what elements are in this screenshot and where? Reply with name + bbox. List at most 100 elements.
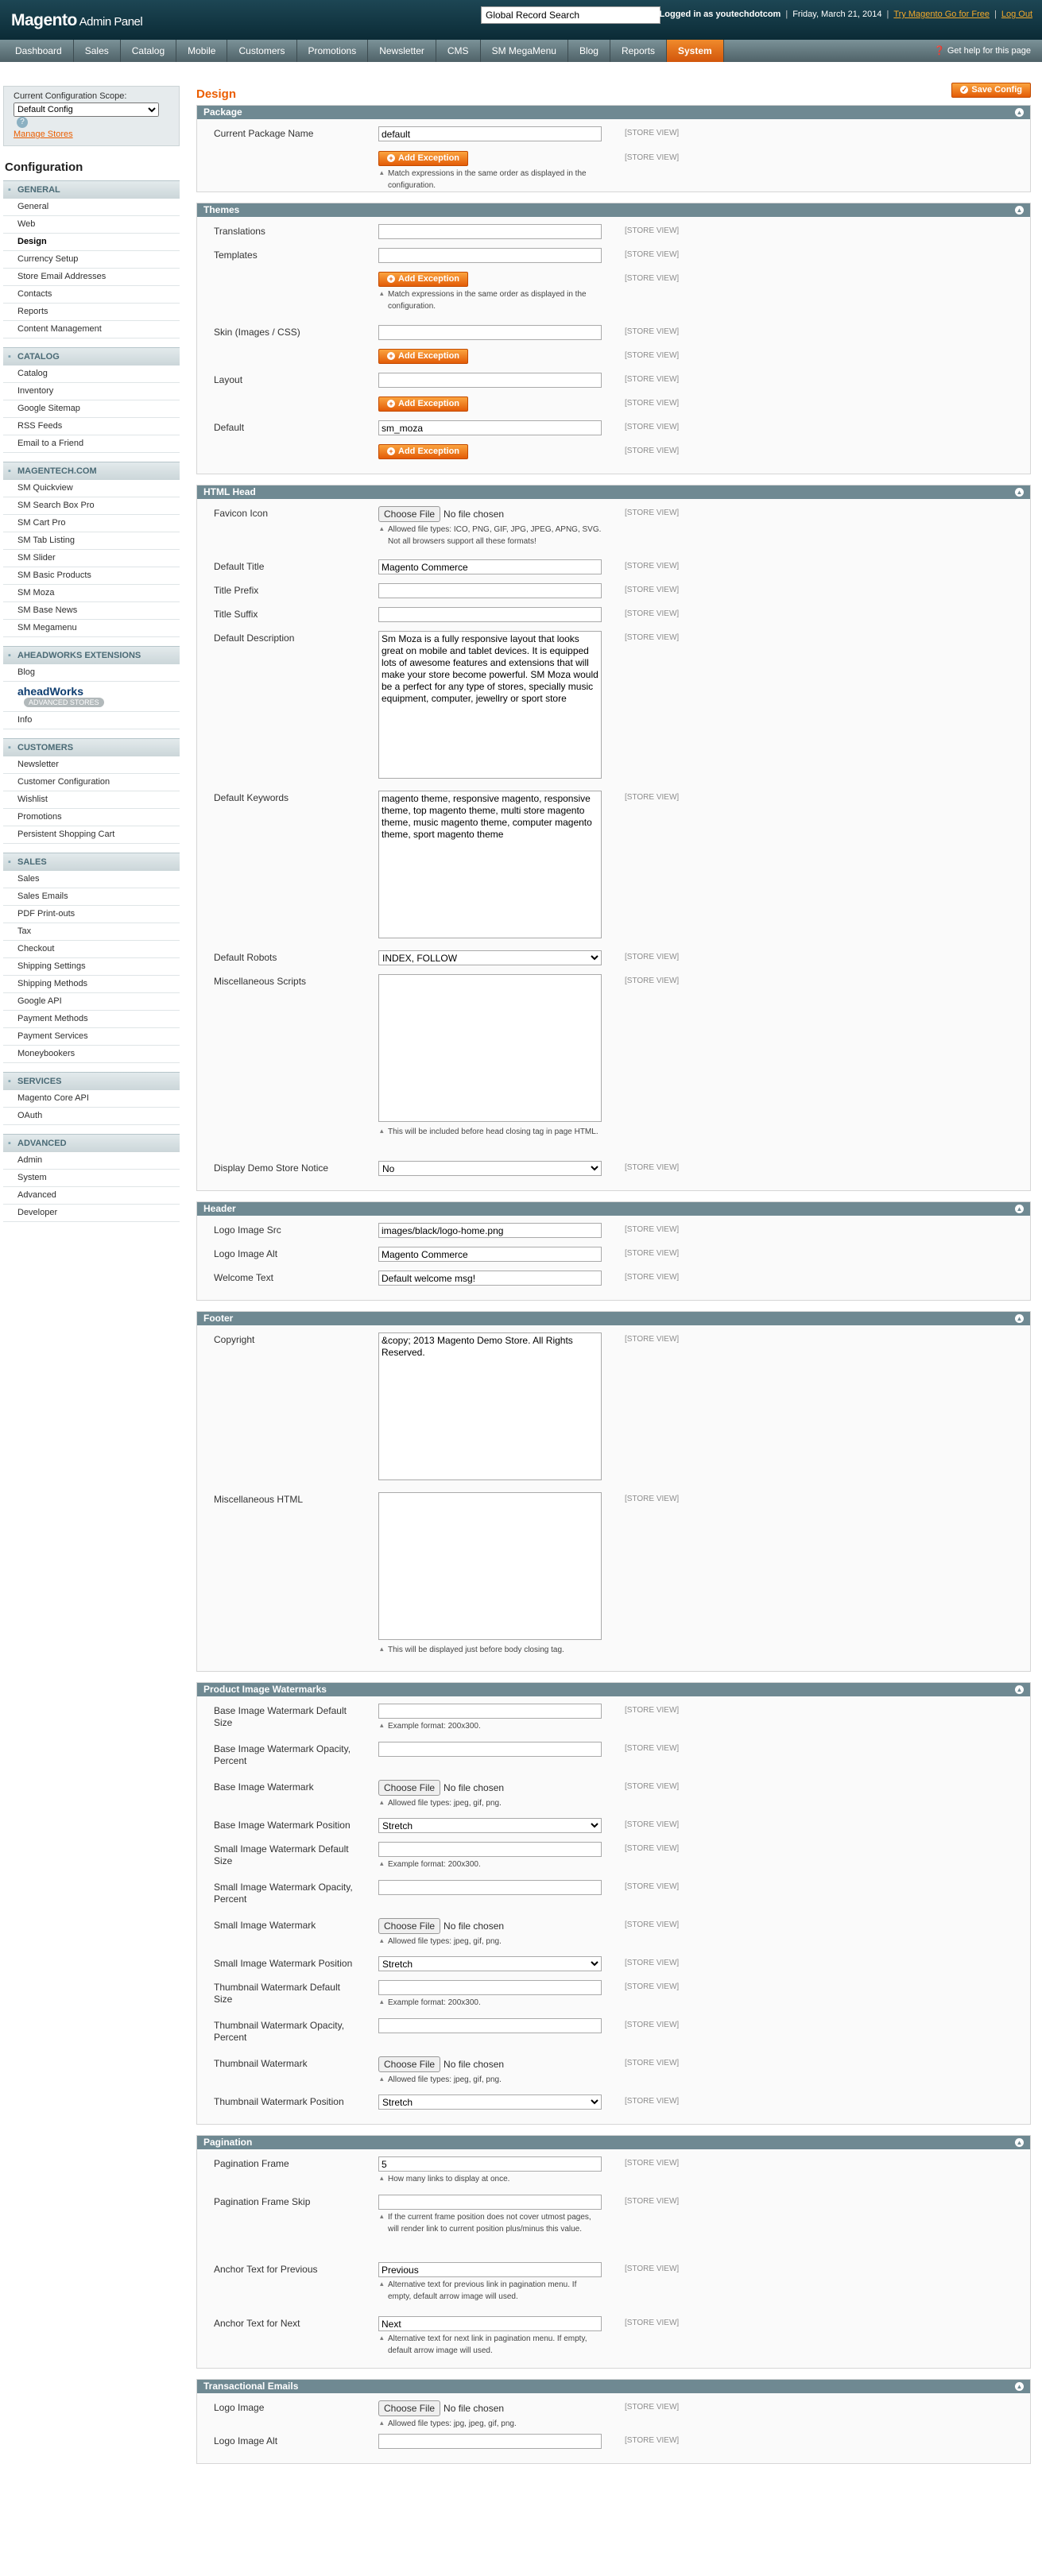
current-package-input[interactable] [378, 126, 602, 141]
collapse-icon[interactable]: ▲ [1015, 108, 1024, 117]
sidebar-section-title[interactable]: ADVANCED [3, 1134, 180, 1153]
choose-file-button[interactable]: Choose File [378, 1918, 441, 1934]
default-title-input[interactable] [378, 559, 602, 574]
nav-item-cms[interactable]: CMS [436, 40, 481, 62]
sidebar-item-newsletter[interactable]: Newsletter [3, 756, 180, 775]
section-header[interactable]: Footer ▲ [197, 1312, 1030, 1325]
sidebar-section-title[interactable]: SERVICES [3, 1072, 180, 1091]
welcome-text-input[interactable] [378, 1271, 602, 1286]
nav-item-sales[interactable]: Sales [74, 40, 121, 62]
collapse-icon[interactable]: ▲ [1015, 488, 1024, 497]
sidebar-item-developer[interactable]: Developer [3, 1205, 180, 1223]
sidebar-item-system[interactable]: System [3, 1170, 180, 1188]
base-watermark-size-input[interactable] [378, 1704, 602, 1719]
misc-html-textarea[interactable] [378, 1492, 602, 1640]
sidebar-item-admin[interactable]: Admin [3, 1152, 180, 1170]
nav-item-sm-megamenu[interactable]: SM MegaMenu [481, 40, 568, 62]
title-prefix-input[interactable] [378, 583, 602, 598]
global-search-input[interactable] [481, 6, 660, 24]
sidebar-item-email-to-a-friend[interactable]: Email to a Friend [3, 435, 180, 453]
sidebar-item-google-api[interactable]: Google API [3, 993, 180, 1011]
default-keywords-textarea[interactable]: magento theme, responsive magento, respo… [378, 791, 602, 938]
thumb-watermark-size-input[interactable] [378, 1980, 602, 1995]
sidebar-item-wishlist[interactable]: Wishlist [3, 791, 180, 810]
default-description-textarea[interactable]: Sm Moza is a fully responsive layout tha… [378, 631, 602, 779]
collapse-icon[interactable]: ▲ [1015, 1314, 1024, 1323]
sidebar-item-sm-megamenu[interactable]: SM Megamenu [3, 620, 180, 637]
section-header[interactable]: Product Image Watermarks ▲ [197, 1683, 1030, 1696]
sidebar-item-inventory[interactable]: Inventory [3, 383, 180, 400]
sidebar-item-customer-configuration[interactable]: Customer Configuration [3, 774, 180, 792]
sidebar-item-persistent-shopping-cart[interactable]: Persistent Shopping Cart [3, 826, 180, 845]
default-theme-input[interactable] [378, 420, 602, 435]
pagination-frame-skip-input[interactable] [378, 2195, 602, 2210]
sidebar-section-title[interactable]: GENERAL [3, 180, 180, 199]
sidebar-item-reports[interactable]: Reports [3, 304, 180, 321]
thumb-watermark-opacity-input[interactable] [378, 2018, 602, 2033]
sidebar-item-advanced[interactable]: Advanced [3, 1187, 180, 1205]
sidebar-item-sm-basic-products[interactable]: SM Basic Products [3, 567, 180, 585]
logo-src-input[interactable] [378, 1223, 602, 1238]
sidebar-item-shipping-methods[interactable]: Shipping Methods [3, 976, 180, 994]
small-watermark-size-input[interactable] [378, 1842, 602, 1857]
collapse-icon[interactable]: ▲ [1015, 1205, 1024, 1213]
copyright-textarea[interactable]: &copy; 2013 Magento Demo Store. All Righ… [378, 1332, 602, 1480]
sidebar-section-title[interactable]: MAGENTECH.COM [3, 462, 180, 480]
anchor-next-input[interactable] [378, 2316, 602, 2331]
thumb-watermark-position-select[interactable]: Stretch [378, 2094, 602, 2110]
sidebar-section-title[interactable]: SALES [3, 853, 180, 872]
magento-logo[interactable]: Magento Admin Panel [11, 11, 143, 30]
nav-item-customers[interactable]: Customers [227, 40, 297, 62]
sidebar-item-sm-moza[interactable]: SM Moza [3, 585, 180, 602]
sidebar-item-info[interactable]: Info [3, 712, 180, 730]
section-header[interactable]: Package ▲ [197, 106, 1030, 119]
sidebar-item-sales[interactable]: Sales [3, 871, 180, 889]
sidebar-item-sm-cart-pro[interactable]: SM Cart Pro [3, 515, 180, 532]
save-config-button[interactable]: ✓ Save Config [951, 83, 1031, 98]
nav-item-mobile[interactable]: Mobile [176, 40, 228, 62]
sidebar-item-sm-slider[interactable]: SM Slider [3, 550, 180, 567]
sidebar-item-checkout[interactable]: Checkout [3, 941, 180, 959]
sidebar-item-payment-services[interactable]: Payment Services [3, 1028, 180, 1046]
choose-file-button[interactable]: Choose File [378, 1780, 441, 1796]
sidebar-section-title[interactable]: CUSTOMERS [3, 738, 180, 757]
add-exception-button[interactable]: + Add Exception [378, 151, 469, 166]
sidebar-item-google-sitemap[interactable]: Google Sitemap [3, 400, 180, 418]
choose-file-button[interactable]: Choose File [378, 2400, 441, 2416]
add-exception-button[interactable]: + Add Exception [378, 349, 469, 364]
sidebar-section-title[interactable]: CATALOG [3, 347, 180, 366]
sidebar-item-general[interactable]: General [3, 199, 180, 216]
section-header[interactable]: Pagination ▲ [197, 2136, 1030, 2149]
section-header[interactable]: Header ▲ [197, 1202, 1030, 1216]
scope-select[interactable]: Default Config [14, 102, 159, 117]
base-watermark-position-select[interactable]: Stretch [378, 1818, 602, 1833]
collapse-icon[interactable]: ▲ [1015, 206, 1024, 215]
collapse-icon[interactable]: ▲ [1015, 1685, 1024, 1694]
sidebar-item-currency-setup[interactable]: Currency Setup [3, 251, 180, 269]
sidebar-item-shipping-settings[interactable]: Shipping Settings [3, 958, 180, 977]
section-header[interactable]: Themes ▲ [197, 203, 1030, 217]
translations-input[interactable] [378, 224, 602, 239]
nav-item-reports[interactable]: Reports [610, 40, 667, 62]
section-header[interactable]: Transactional Emails ▲ [197, 2380, 1030, 2393]
help-question-icon[interactable]: ? [17, 117, 28, 128]
sidebar-item-sm-base-news[interactable]: SM Base News [3, 602, 180, 620]
pagination-frame-input[interactable] [378, 2156, 602, 2172]
skin-input[interactable] [378, 325, 602, 340]
collapse-icon[interactable]: ▲ [1015, 2382, 1024, 2391]
nav-item-dashboard[interactable]: Dashboard [4, 40, 74, 62]
add-exception-button[interactable]: + Add Exception [378, 272, 469, 287]
sidebar-item-promotions[interactable]: Promotions [3, 809, 180, 827]
help-link[interactable]: ❓ Get help for this page [934, 45, 1031, 56]
sidebar-section-title[interactable]: AHEADWORKS EXTENSIONS [3, 646, 180, 664]
templates-input[interactable] [378, 248, 602, 263]
misc-scripts-textarea[interactable] [378, 974, 602, 1122]
sidebar-item-oauth[interactable]: OAuth [3, 1108, 180, 1126]
base-watermark-opacity-input[interactable] [378, 1742, 602, 1757]
sidebar-item-pdf-print-outs[interactable]: PDF Print-outs [3, 906, 180, 924]
demo-notice-select[interactable]: No [378, 1161, 602, 1176]
sidebar-item-sm-search-box-pro[interactable]: SM Search Box Pro [3, 497, 180, 515]
collapse-icon[interactable]: ▲ [1015, 2138, 1024, 2147]
manage-stores-link[interactable]: Manage Stores [14, 130, 169, 139]
nav-item-catalog[interactable]: Catalog [121, 40, 177, 62]
